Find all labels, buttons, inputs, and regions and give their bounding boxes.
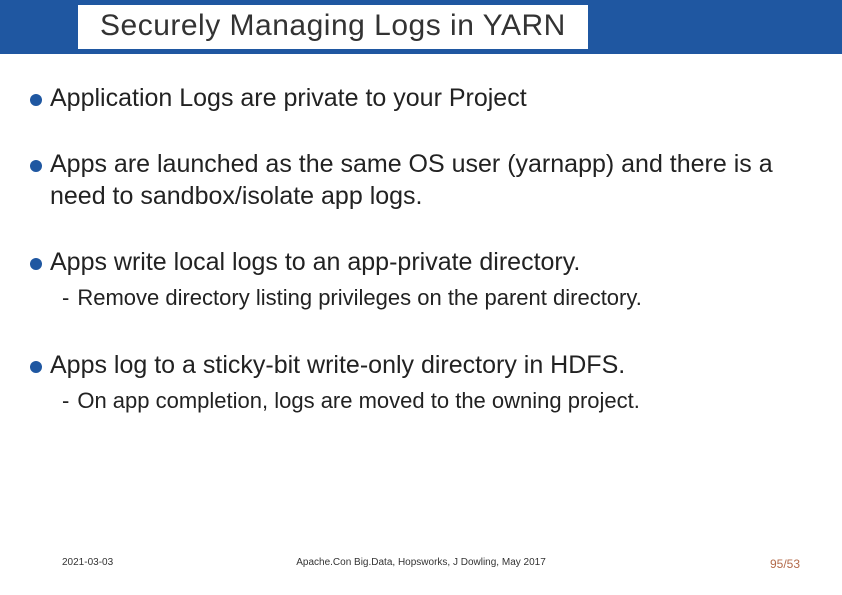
footer: 2021-03-03 Apache.Con Big.Data, Hopswork…	[0, 557, 842, 577]
content-area: Application Logs are private to your Pro…	[0, 54, 842, 415]
sub-bullet-item: - Remove directory listing privileges on…	[62, 284, 812, 313]
bullet-item: Application Logs are private to your Pro…	[30, 82, 812, 114]
footer-page-number: 95/53	[770, 557, 800, 571]
dash-icon: -	[62, 284, 69, 313]
bullet-text: Apps write local logs to an app-private …	[50, 246, 580, 278]
sub-bullet-text: On app completion, logs are moved to the…	[77, 387, 640, 416]
sub-bullet-item: - On app completion, logs are moved to t…	[62, 387, 812, 416]
slide-title: Securely Managing Logs in YARN	[78, 5, 588, 49]
bullet-icon	[30, 258, 42, 270]
dash-icon: -	[62, 387, 69, 416]
sub-bullet-text: Remove directory listing privileges on t…	[77, 284, 642, 313]
bullet-item: Apps write local logs to an app-private …	[30, 246, 812, 278]
footer-date: 2021-03-03	[62, 557, 113, 568]
bullet-text: Apps are launched as the same OS user (y…	[50, 148, 812, 212]
bullet-icon	[30, 94, 42, 106]
bullet-icon	[30, 160, 42, 172]
bullet-item: Apps are launched as the same OS user (y…	[30, 148, 812, 212]
bullet-icon	[30, 361, 42, 373]
footer-attribution: Apache.Con Big.Data, Hopsworks, J Dowlin…	[296, 557, 546, 568]
bullet-text: Apps log to a sticky-bit write-only dire…	[50, 349, 625, 381]
bullet-text: Application Logs are private to your Pro…	[50, 82, 527, 114]
slide: Securely Managing Logs in YARN Applicati…	[0, 0, 842, 595]
title-bar: Securely Managing Logs in YARN	[0, 0, 842, 54]
bullet-item: Apps log to a sticky-bit write-only dire…	[30, 349, 812, 381]
